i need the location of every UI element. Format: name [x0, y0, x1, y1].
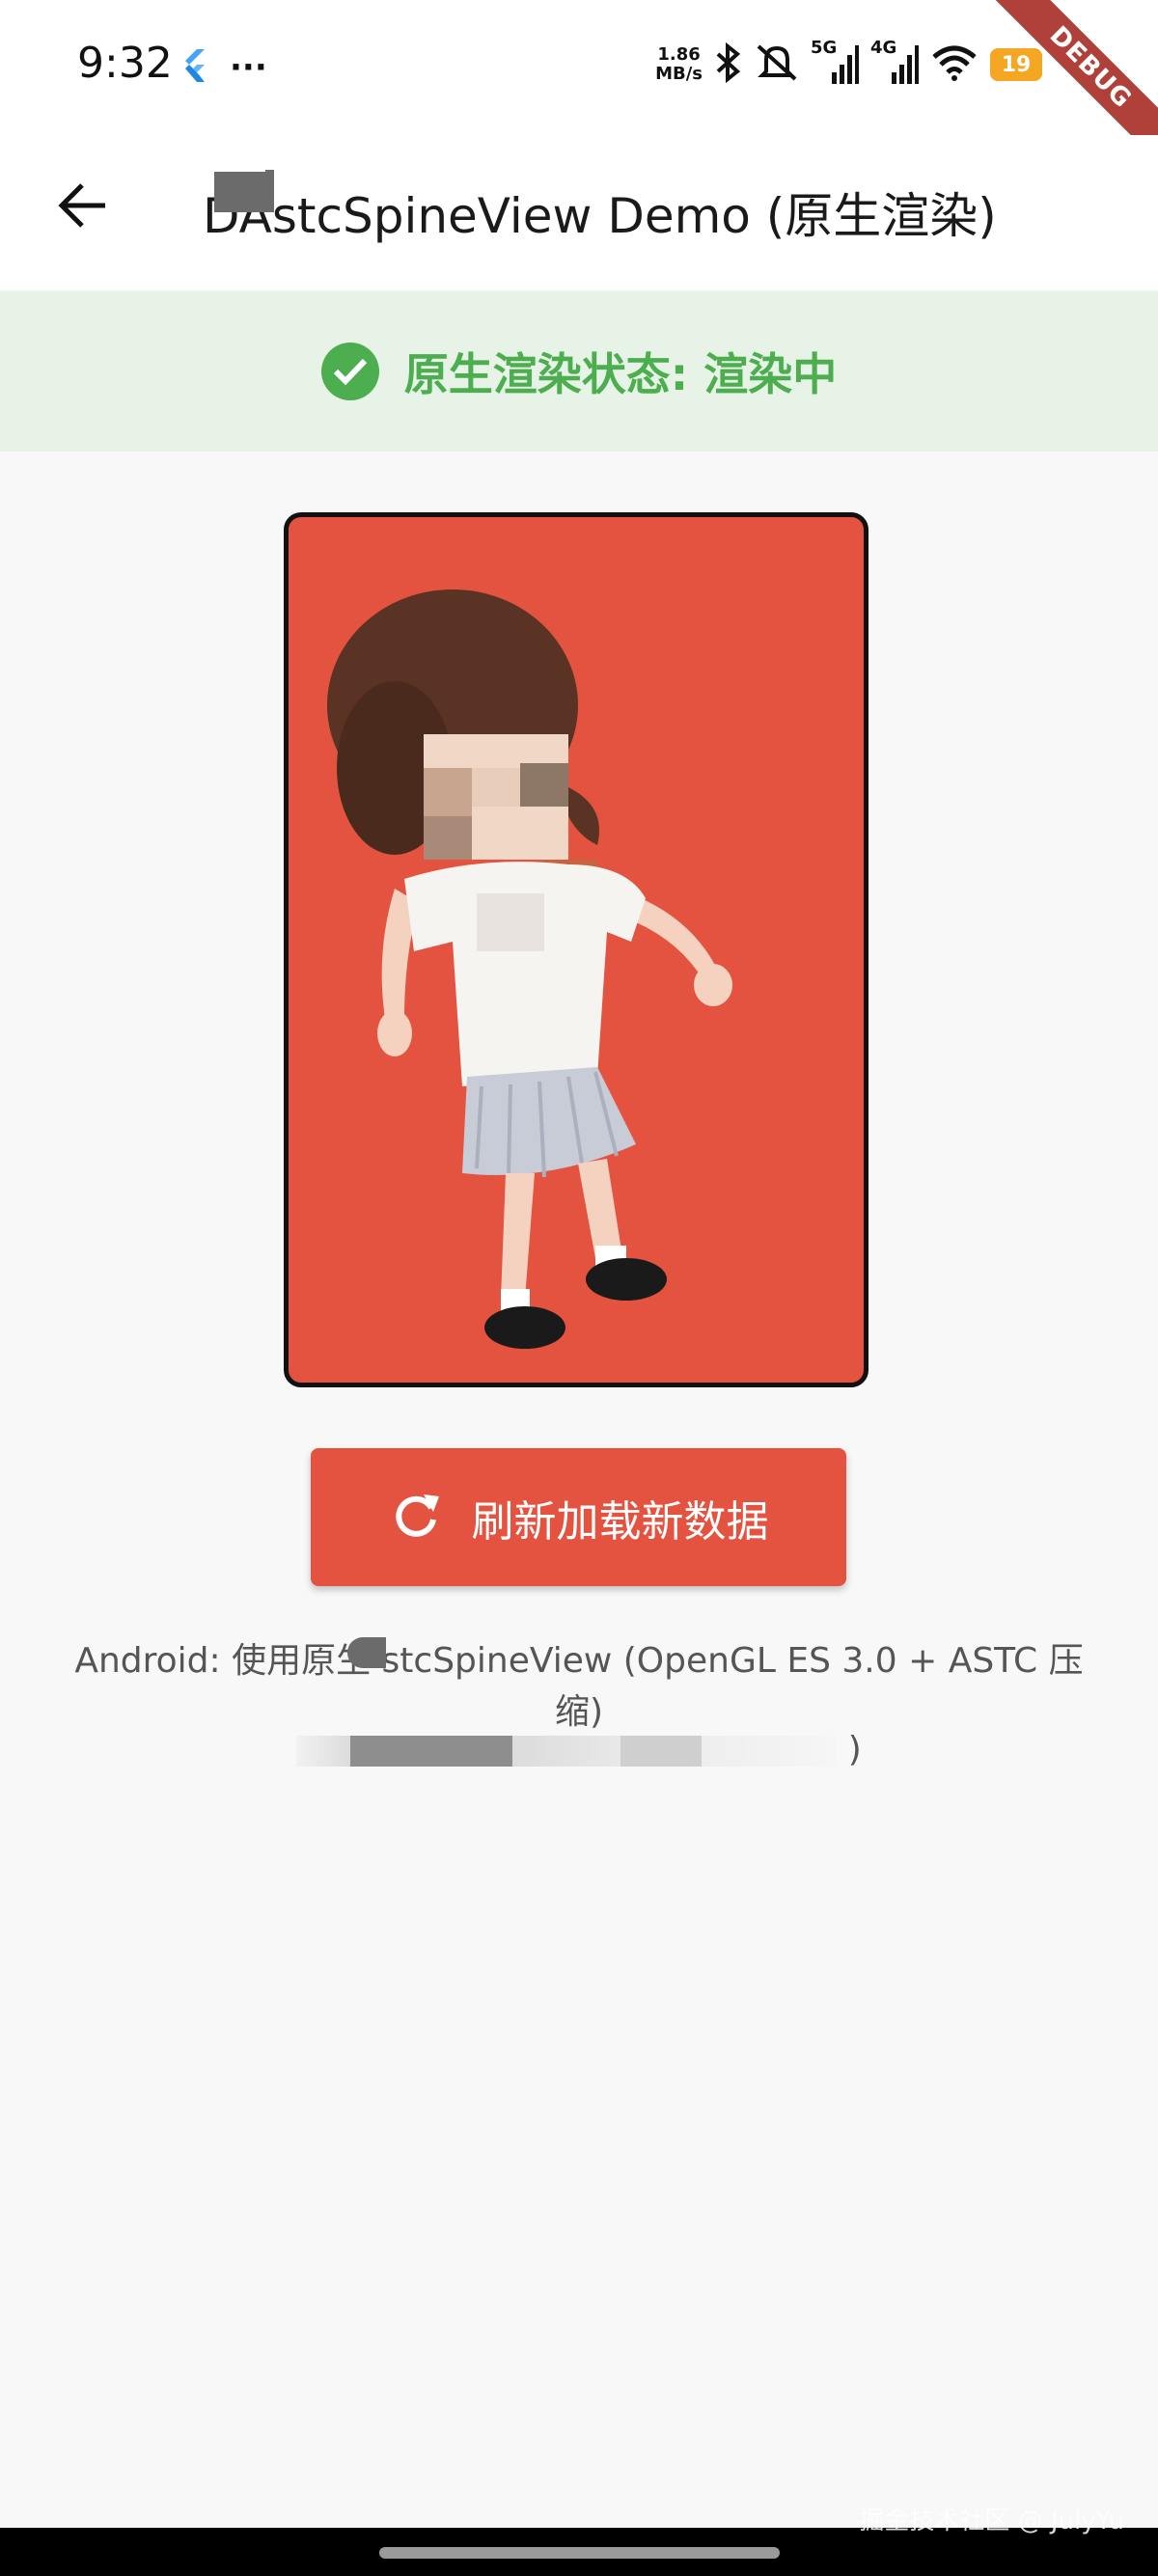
net-speed-unit: MB/s: [655, 64, 703, 84]
mute-icon: [755, 42, 799, 87]
wifi-icon: [930, 43, 979, 86]
arrow-back-icon: [57, 182, 107, 233]
bluetooth-icon: [714, 41, 743, 87]
refresh-button-label: 刷新加载新数据: [471, 1496, 769, 1547]
info-text-line3-tail: ): [847, 1730, 862, 1769]
net-speed-value: 1.86: [657, 44, 701, 65]
back-button[interactable]: [48, 174, 116, 241]
redacted-text: [296, 1736, 838, 1767]
spine-view[interactable]: [284, 512, 868, 1387]
more-indicator: ···: [230, 48, 267, 87]
sim1-label: 5G: [811, 38, 838, 58]
page-title: DAstcSpineView Demo (原生渲染): [203, 188, 997, 244]
info-text-line1: Android: 使用原生 stcSpineView (OpenGL ES 3.…: [74, 1641, 1084, 1681]
status-time: 9:32: [77, 39, 173, 88]
render-status-banner: 原生渲染状态: 渲染中: [0, 291, 1158, 452]
status-left-icons: ···: [183, 46, 267, 89]
info-text-line3: ): [0, 1730, 1158, 1769]
battery-level: 19: [1001, 52, 1032, 77]
status-bar: 9:32 ··· 1.86 MB/s 5G 4G 19: [0, 0, 1158, 135]
check-circle-icon: [320, 343, 379, 400]
render-status-text: 原生渲染状态: 渲染中: [403, 348, 838, 400]
status-right-icons: 1.86 MB/s 5G 4G 19: [655, 38, 1042, 89]
home-indicator[interactable]: [379, 2547, 780, 2559]
app-bar: DAstcSpineView Demo (原生渲染): [0, 135, 1158, 289]
refresh-reload-button[interactable]: 刷新加载新数据: [311, 1448, 846, 1586]
net-speed: 1.86 MB/s: [655, 45, 703, 84]
flutter-icon: [183, 49, 208, 86]
sim2-label: 4G: [870, 38, 897, 58]
info-text-line2: 缩): [554, 1692, 604, 1732]
signal-4g-icon: 4G: [870, 38, 919, 86]
redaction-block: [214, 170, 274, 212]
redaction-block: [347, 1637, 386, 1668]
signal-5g-icon: 5G: [811, 38, 859, 86]
refresh-icon: [389, 1489, 443, 1547]
redaction-block: [198, 135, 265, 172]
battery-icon: 19: [990, 48, 1042, 81]
animated-character: [327, 589, 732, 1349]
watermark: 掘金技术社区 @ JulyYu: [859, 2507, 1124, 2535]
